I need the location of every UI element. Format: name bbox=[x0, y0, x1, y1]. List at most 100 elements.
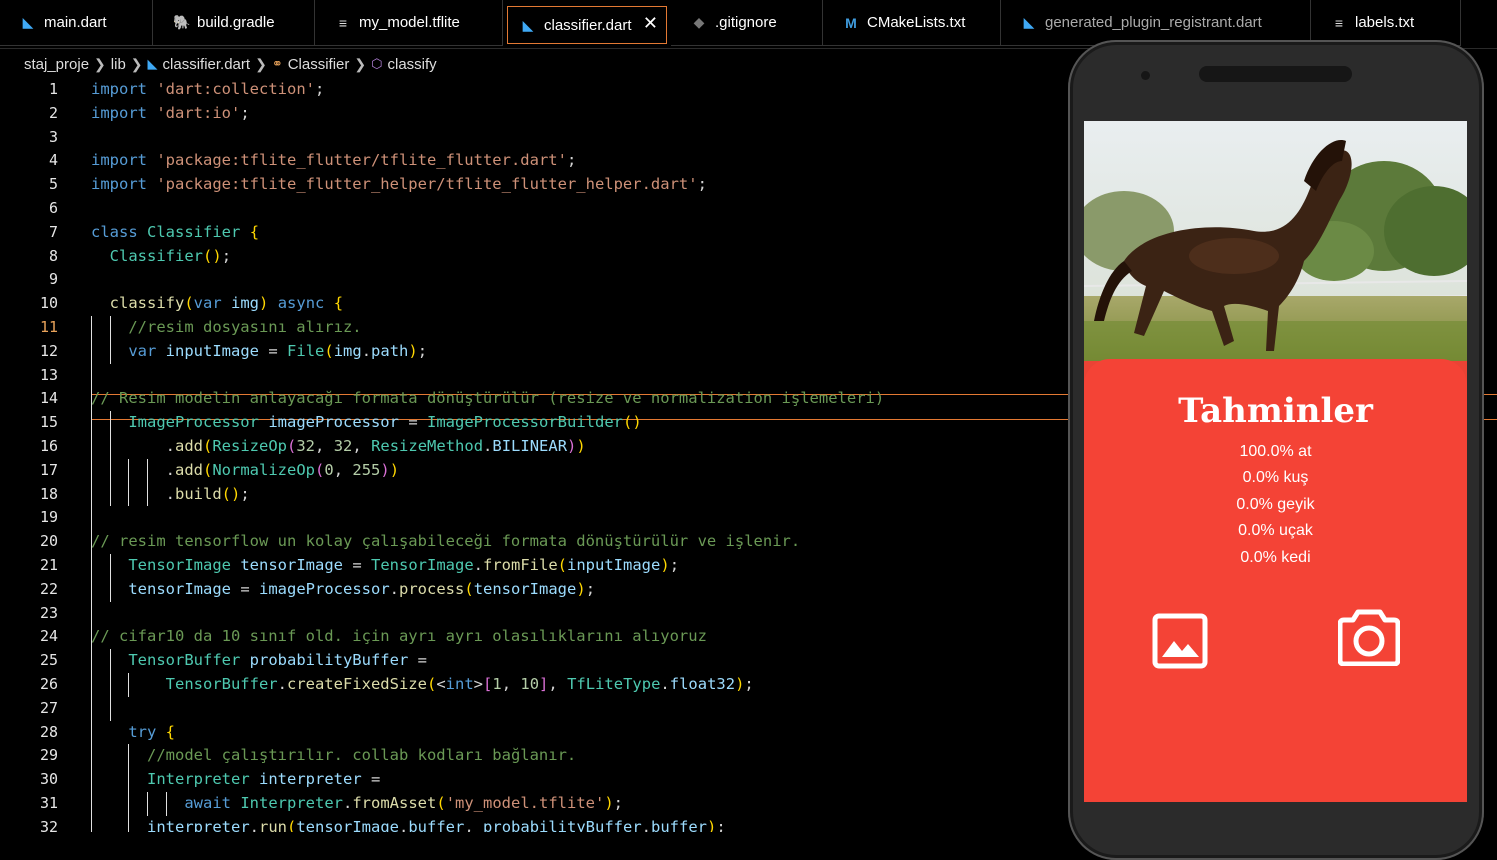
code-text: class Classifier { bbox=[91, 222, 260, 241]
code-text: classify(var img) async { bbox=[109, 294, 344, 313]
dart-icon: ◣ bbox=[522, 16, 534, 33]
breadcrumb-item[interactable]: classify bbox=[388, 56, 437, 73]
line-number: 7 bbox=[48, 222, 58, 241]
line-number: 1 bbox=[48, 80, 58, 98]
tab-main-dart[interactable]: ◣ main.dart bbox=[0, 0, 153, 46]
indent-guide bbox=[109, 649, 111, 721]
phone-speaker bbox=[1199, 66, 1352, 82]
code-text: //resim dosyasını alırız. bbox=[128, 317, 362, 336]
indent-guide bbox=[147, 458, 149, 507]
code-text: Classifier(); bbox=[109, 246, 232, 265]
tab-gitignore[interactable]: ◆ .gitignore bbox=[671, 0, 823, 46]
code-text: // resim tensorflow un kolay çalışabilec… bbox=[91, 532, 801, 551]
code-text: ImageProcessor imageProcessor = ImagePro… bbox=[128, 413, 642, 432]
line-number: 21 bbox=[39, 555, 58, 574]
diamond-icon: ◆ bbox=[693, 14, 705, 30]
tab-classifier-dart[interactable]: ◣ classifier.dart ✕ bbox=[507, 6, 667, 44]
phone-screen[interactable]: Tahminler 100.0% at 0.0% kuş 0.0% geyik … bbox=[1084, 121, 1467, 802]
line-number: 2 bbox=[48, 103, 58, 122]
line-number: 11 bbox=[39, 317, 58, 336]
prediction-item: 0.0% geyik bbox=[1236, 495, 1315, 513]
indent-guide bbox=[147, 792, 149, 816]
horse-photo bbox=[1084, 121, 1467, 361]
line-number: 23 bbox=[39, 603, 58, 622]
tab-build-gradle[interactable]: 🐘 build.gradle bbox=[153, 0, 315, 46]
line-number: 31 bbox=[39, 793, 58, 812]
line-number: 24 bbox=[39, 627, 58, 646]
prediction-item: 0.0% kedi bbox=[1240, 548, 1311, 566]
chevron-right-icon: ❯ bbox=[255, 55, 267, 72]
code-text: tensorImage = imageProcessor.process(ten… bbox=[128, 579, 596, 598]
tab-label: my_model.tflite bbox=[359, 14, 460, 31]
method-icon: ⬡ bbox=[371, 56, 383, 71]
tab-label: CMakeLists.txt bbox=[867, 14, 966, 31]
dart-icon: ◣ bbox=[22, 14, 34, 30]
line-number: 16 bbox=[39, 436, 58, 455]
line-number: 20 bbox=[39, 532, 58, 551]
line-number: 26 bbox=[39, 674, 58, 693]
dart-icon: ◣ bbox=[147, 56, 158, 71]
code-text: interpreter.run(tensorImage.buffer, prob… bbox=[147, 817, 726, 832]
android-emulator: Tahminler 100.0% at 0.0% kuş 0.0% geyik … bbox=[1068, 40, 1484, 860]
line-number: 12 bbox=[39, 341, 58, 360]
line-number: 32 bbox=[39, 817, 58, 832]
code-text: .add(ResizeOp(32, 32, ResizeMethod.BILIN… bbox=[165, 436, 586, 455]
prediction-item: 100.0% at bbox=[1239, 443, 1312, 460]
tab-label: main.dart bbox=[44, 14, 107, 31]
line-number: 25 bbox=[39, 651, 58, 670]
breadcrumb-item[interactable]: staj_proje bbox=[24, 56, 89, 73]
line-number: 8 bbox=[48, 246, 58, 265]
tab-label: generated_plugin_registrant.dart bbox=[1045, 14, 1262, 31]
panel-title: Tahminler bbox=[1178, 391, 1373, 431]
list-icon: ≡ bbox=[338, 14, 348, 31]
code-text: import 'dart:collection'; bbox=[91, 80, 325, 98]
tab-my-model-tflite[interactable]: ≡ my_model.tflite bbox=[315, 0, 503, 46]
phone-camera-dot bbox=[1141, 71, 1150, 80]
tab-label: classifier.dart bbox=[544, 16, 632, 34]
image-icon[interactable] bbox=[1152, 613, 1208, 669]
breadcrumb: staj_proje ❯ lib ❯ ◣ classifier.dart ❯ ⚭… bbox=[0, 52, 1080, 76]
indent-guide bbox=[109, 316, 111, 364]
indent-guide bbox=[165, 792, 167, 816]
tab-label: labels.txt bbox=[1355, 14, 1415, 31]
camera-icon[interactable] bbox=[1338, 608, 1400, 666]
dart-icon: ◣ bbox=[1023, 14, 1035, 30]
breadcrumb-item[interactable]: classifier.dart bbox=[163, 56, 251, 73]
chevron-right-icon: ❯ bbox=[94, 55, 106, 72]
line-number: 5 bbox=[48, 175, 58, 194]
line-number: 4 bbox=[48, 151, 58, 170]
line-number: 17 bbox=[39, 460, 58, 479]
line-number: 22 bbox=[39, 579, 58, 598]
indent-guide bbox=[128, 744, 130, 832]
code-text: TensorBuffer probabilityBuffer = bbox=[128, 651, 427, 670]
indent-guide bbox=[91, 316, 92, 832]
line-number: 27 bbox=[39, 698, 58, 717]
line-number: 29 bbox=[39, 746, 58, 765]
tab-label: .gitignore bbox=[715, 14, 777, 31]
tab-cmakelists[interactable]: M CMakeLists.txt bbox=[823, 0, 1001, 46]
line-number: 18 bbox=[39, 484, 58, 503]
code-text: .build(); bbox=[165, 484, 250, 503]
code-text: try { bbox=[128, 722, 176, 741]
code-text: import 'dart:io'; bbox=[91, 103, 250, 122]
code-text: // Resim modelin anlayacağı formata dönü… bbox=[91, 389, 885, 408]
indent-guide bbox=[109, 411, 111, 507]
breadcrumb-item[interactable]: lib bbox=[111, 56, 126, 73]
line-number: 14 bbox=[39, 389, 58, 408]
prediction-item: 0.0% uçak bbox=[1238, 522, 1313, 540]
chevron-right-icon: ❯ bbox=[130, 55, 143, 72]
code-text: TensorImage tensorImage = TensorImage.fr… bbox=[128, 555, 680, 574]
close-icon[interactable]: ✕ bbox=[643, 13, 658, 34]
line-number: 6 bbox=[48, 198, 58, 217]
class-icon: ⚭ bbox=[271, 56, 283, 71]
code-text: TensorBuffer.createFixedSize(<int>[1, 10… bbox=[165, 674, 754, 693]
code-text: var inputImage = File(img.path); bbox=[128, 341, 428, 360]
line-number: 19 bbox=[39, 508, 58, 527]
gradle-icon: 🐘 bbox=[173, 14, 191, 30]
line-number: 9 bbox=[48, 270, 58, 289]
breadcrumb-item[interactable]: Classifier bbox=[288, 56, 350, 73]
indent-guide bbox=[109, 554, 111, 602]
code-text: Interpreter interpreter = bbox=[147, 770, 381, 789]
predictions-panel: Tahminler 100.0% at 0.0% kuş 0.0% geyik … bbox=[1084, 359, 1467, 802]
line-number: 15 bbox=[39, 413, 58, 432]
